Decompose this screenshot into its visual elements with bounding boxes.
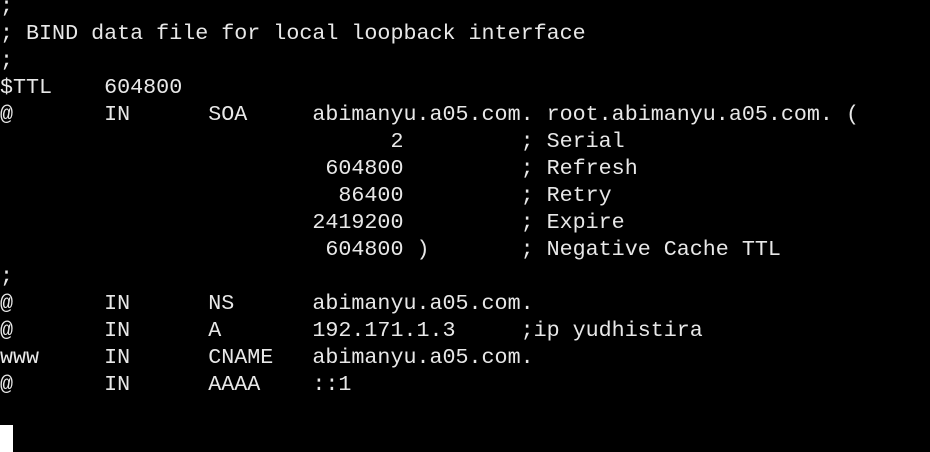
empty-line: [0, 398, 859, 425]
aaaa-record-line: @ IN AAAA ::1: [0, 372, 352, 397]
ns-record-line: @ IN NS abimanyu.a05.com.: [0, 291, 534, 316]
soa-refresh-line: 604800 ; Refresh: [0, 156, 638, 181]
comment-line: ; BIND data file for local loopback inte…: [0, 21, 586, 46]
comment-line: ;: [0, 0, 14, 19]
cname-record-line: www IN CNAME abimanyu.a05.com.: [0, 345, 534, 370]
a-record-line: @ IN A 192.171.1.3 ;ip yudhistira: [0, 318, 703, 343]
comment-line: ;: [0, 264, 14, 289]
soa-record-line: @ IN SOA abimanyu.a05.com. root.abimanyu…: [0, 102, 859, 127]
ttl-directive-line: $TTL 604800: [0, 75, 183, 100]
soa-expire-line: 2419200 ; Expire: [0, 210, 625, 235]
soa-retry-line: 86400 ; Retry: [0, 183, 612, 208]
text-cursor: [0, 425, 13, 452]
comment-line: ;: [0, 48, 14, 73]
soa-serial-line: 2 ; Serial: [0, 129, 625, 154]
soa-negative-cache-ttl-line: 604800 ) ; Negative Cache TTL: [0, 237, 781, 262]
terminal-window[interactable]: ; ; BIND data file for local loopback in…: [0, 0, 930, 452]
zone-file-content[interactable]: ; ; BIND data file for local loopback in…: [0, 0, 859, 425]
